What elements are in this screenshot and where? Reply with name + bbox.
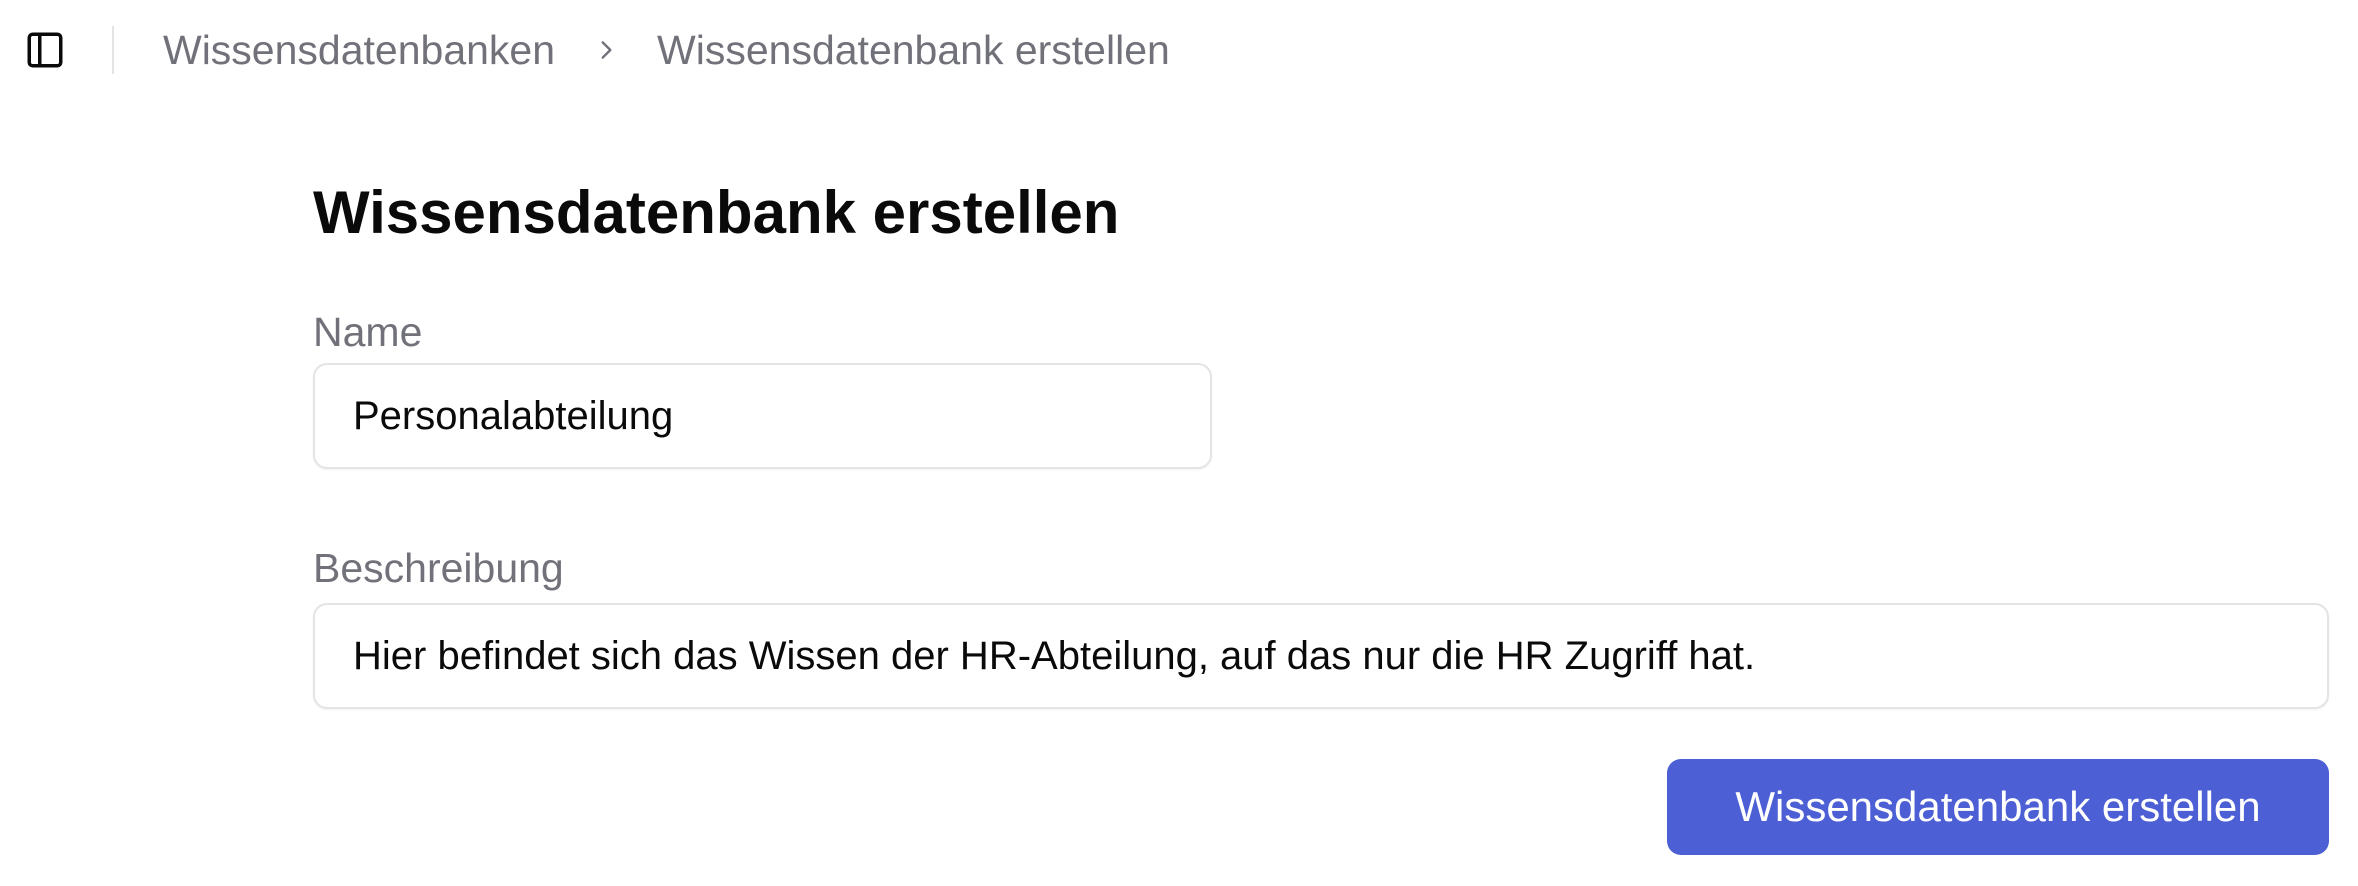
create-knowledge-base-button[interactable]: Wissensdatenbank erstellen xyxy=(1667,759,2329,855)
name-label: Name xyxy=(313,309,423,355)
toolbar-divider xyxy=(112,26,114,74)
page-title: Wissensdatenbank erstellen xyxy=(313,179,1120,246)
breadcrumb-item-knowledge-bases[interactable]: Wissensdatenbanken xyxy=(163,27,555,74)
description-label: Beschreibung xyxy=(313,545,564,591)
panel-left-icon xyxy=(27,32,63,68)
sidebar-toggle-button[interactable] xyxy=(22,27,68,73)
chevron-right-icon xyxy=(593,37,619,63)
name-field[interactable] xyxy=(313,363,1212,469)
breadcrumb-item-current: Wissensdatenbank erstellen xyxy=(657,26,1170,73)
description-field[interactable] xyxy=(313,603,2329,709)
breadcrumb: Wissensdatenbanken Wissensdatenbank erst… xyxy=(163,22,1170,78)
top-bar: Wissensdatenbanken Wissensdatenbank erst… xyxy=(0,0,2358,100)
